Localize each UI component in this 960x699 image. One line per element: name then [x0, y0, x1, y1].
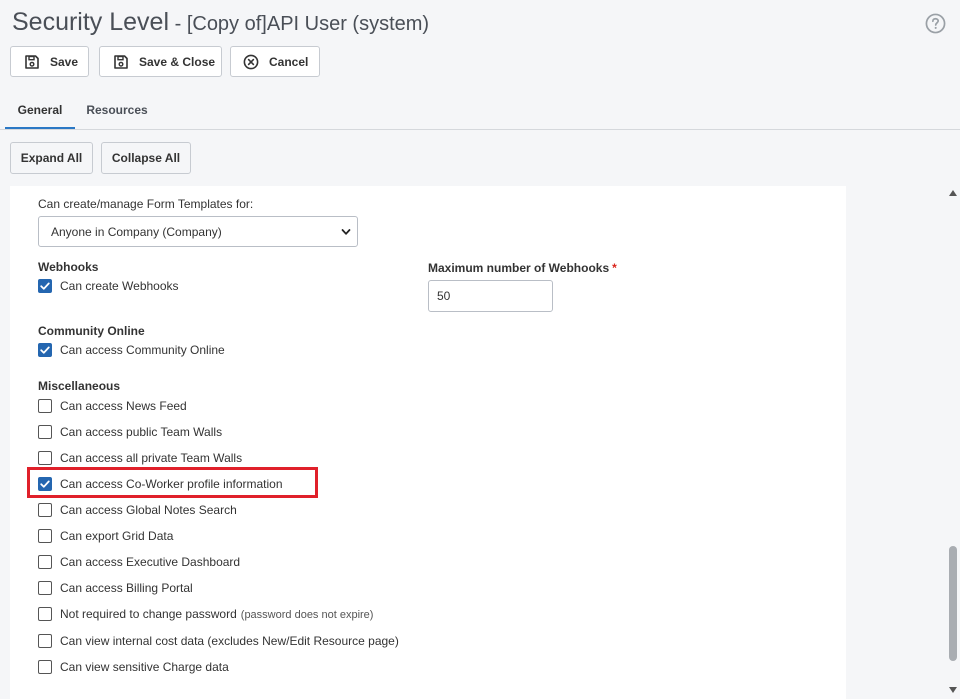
required-marker: *	[612, 261, 617, 275]
misc-checkbox-row[interactable]: Can view internal cost data (excludes Ne…	[38, 633, 399, 649]
misc-checkbox[interactable]	[38, 634, 52, 648]
misc-checkbox-row[interactable]: Not required to change password (password…	[38, 606, 373, 622]
misc-checkbox[interactable]	[38, 425, 52, 439]
scrollbar[interactable]	[946, 186, 960, 699]
misc-checkbox-label: Can access Billing Portal	[60, 581, 193, 595]
misc-checkbox-note: (password does not expire)	[240, 609, 374, 621]
misc-checkbox-label-text: Can view sensitive Charge data	[60, 660, 229, 674]
scroll-up-arrow-icon[interactable]	[949, 190, 957, 196]
cancel-icon	[243, 54, 259, 69]
misc-checkbox[interactable]	[38, 503, 52, 517]
cancel-button-label: Cancel	[269, 54, 309, 69]
community-checkbox-row[interactable]: Can access Community Online	[38, 342, 225, 358]
page-title-main: Security Level	[12, 8, 170, 36]
misc-checkbox[interactable]	[38, 660, 52, 674]
misc-checkbox-label: Can access public Team Walls	[60, 425, 222, 439]
tab-resources[interactable]: Resources	[85, 94, 149, 130]
webhooks-checkbox-label: Can create Webhooks	[60, 279, 179, 293]
webhooks-heading: Webhooks	[38, 260, 99, 274]
misc-checkbox[interactable]	[38, 607, 52, 621]
misc-checkbox-row[interactable]: Can access public Team Walls	[38, 424, 222, 440]
form-templates-selected: Anyone in Company (Company)	[51, 224, 222, 239]
misc-checkbox-label-text: Can access Executive Dashboard	[60, 555, 241, 569]
save-button[interactable]: Save	[10, 46, 89, 77]
misc-checkbox-label-text: Can access Billing Portal	[60, 581, 193, 595]
highlight-box	[27, 467, 318, 498]
chevron-down-icon	[341, 229, 351, 235]
max-webhooks-label-text: Maximum number of Webhooks	[428, 261, 610, 275]
community-heading: Community Online	[38, 324, 145, 338]
max-webhooks-input[interactable]: 50	[428, 280, 553, 312]
misc-checkbox-label: Can access all private Team Walls	[60, 451, 242, 465]
misc-checkbox-label: Can export Grid Data	[60, 529, 173, 543]
scrollbar-thumb[interactable]	[949, 546, 957, 661]
misc-heading: Miscellaneous	[38, 379, 121, 393]
checkmark-icon	[40, 282, 50, 290]
checkmark-icon	[40, 346, 50, 354]
misc-checkbox-row[interactable]: Can access all private Team Walls	[38, 450, 242, 466]
misc-checkbox-label: Can access News Feed	[60, 399, 187, 413]
misc-checkbox-row[interactable]: Can view sensitive Charge data	[38, 659, 229, 675]
tab-divider	[0, 129, 960, 130]
save-close-button[interactable]: Save & Close	[99, 46, 222, 77]
page-title: Security Level - [Copy of]API User (syst…	[12, 8, 429, 37]
misc-checkbox-label-text: Can access public Team Walls	[60, 425, 223, 439]
page-title-separator: -	[169, 13, 187, 35]
settings-panel: Can create/manage Form Templates for: An…	[10, 186, 846, 699]
misc-checkbox-label-text: Can access News Feed	[60, 399, 187, 413]
scroll-down-arrow-icon[interactable]	[949, 687, 957, 693]
misc-checkbox-label: Can view sensitive Charge data	[60, 660, 229, 674]
misc-checkbox-label-text: Can export Grid Data	[60, 529, 174, 543]
misc-checkbox-label-text: Can view internal cost data (excludes Ne…	[60, 634, 399, 648]
misc-checkbox[interactable]	[38, 399, 52, 413]
save-button-label: Save	[50, 54, 79, 69]
misc-checkbox-row[interactable]: Can access News Feed	[38, 398, 187, 414]
misc-checkbox-label-text: Can access all private Team Walls	[60, 451, 243, 465]
page-title-subtitle: [Copy of]API User (system)	[186, 13, 430, 35]
save-close-button-label: Save & Close	[139, 54, 216, 69]
misc-checkbox-label-text: Not required to change password	[60, 607, 237, 621]
misc-checkbox[interactable]	[38, 581, 52, 595]
misc-checkbox[interactable]	[38, 529, 52, 543]
misc-checkbox-row[interactable]: Can access Executive Dashboard	[38, 554, 240, 570]
misc-checkbox-label: Not required to change password (password…	[60, 607, 373, 621]
tab-general[interactable]: General	[5, 94, 75, 130]
misc-checkbox-label-text: Can access Global Notes Search	[60, 503, 237, 517]
community-checkbox[interactable]	[38, 343, 52, 357]
page-header: Security Level - [Copy of]API User (syst…	[0, 0, 960, 130]
expand-all-button[interactable]: Expand All	[10, 142, 93, 174]
misc-checkbox[interactable]	[38, 555, 52, 569]
misc-checkbox-row[interactable]: Can access Global Notes Search	[38, 502, 237, 518]
misc-checkbox-label: Can access Executive Dashboard	[60, 555, 240, 569]
form-templates-label: Can create/manage Form Templates for:	[38, 197, 254, 211]
misc-checkbox[interactable]	[38, 451, 52, 465]
cancel-button[interactable]: Cancel	[230, 46, 320, 77]
misc-checkbox-label: Can view internal cost data (excludes Ne…	[60, 634, 399, 648]
collapse-all-button[interactable]: Collapse All	[101, 142, 191, 174]
max-webhooks-label: Maximum number of Webhooks *	[428, 261, 617, 275]
save-icon	[114, 54, 128, 69]
misc-checkbox-row[interactable]: Can access Billing Portal	[38, 580, 193, 596]
form-templates-select[interactable]: Anyone in Company (Company)	[38, 216, 358, 247]
webhooks-checkbox-row[interactable]: Can create Webhooks	[38, 278, 179, 294]
save-icon	[25, 54, 39, 69]
misc-checkbox-label: Can access Global Notes Search	[60, 503, 237, 517]
help-icon[interactable]	[925, 13, 946, 34]
misc-checkbox-row[interactable]: Can export Grid Data	[38, 528, 173, 544]
webhooks-checkbox[interactable]	[38, 279, 52, 293]
community-checkbox-label: Can access Community Online	[60, 343, 225, 357]
